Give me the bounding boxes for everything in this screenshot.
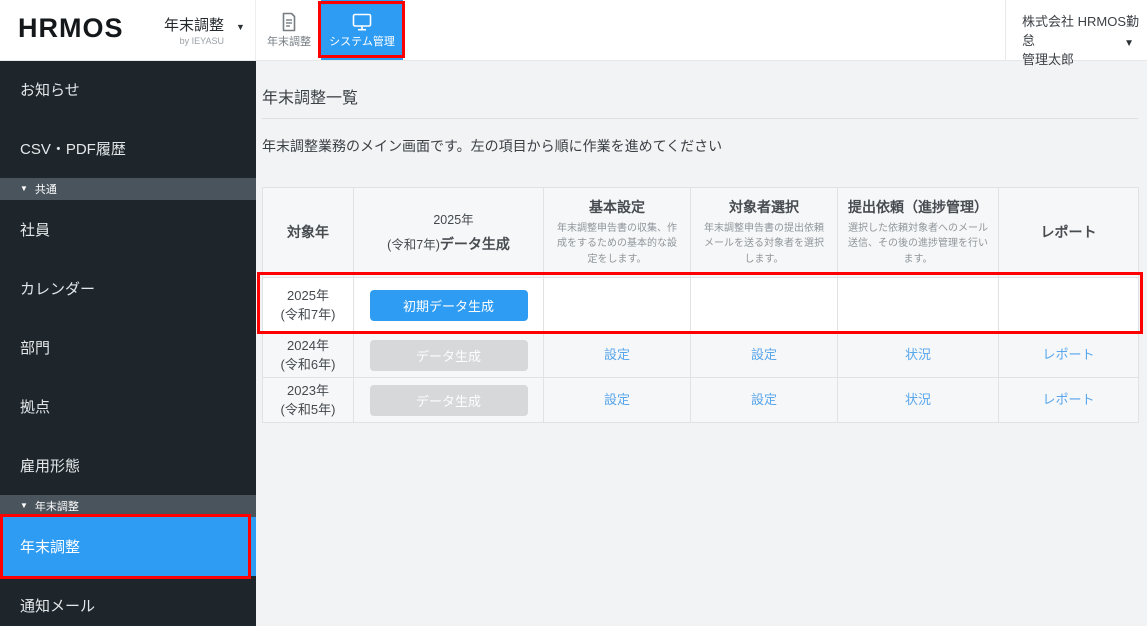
brand-logo: HRMOS — [18, 13, 124, 43]
initial-data-generate-button[interactable]: 初期データ生成 — [369, 289, 528, 321]
column-header: 基本設定年末調整申告書の収集、作成をするための基本的な設定をします。 — [543, 187, 691, 278]
product-name: 年末調整 by IEYASU — [164, 17, 225, 46]
sidebar-item-label: 社員 — [20, 222, 51, 239]
sidebar-item-label: CSV・PDF履歴 — [20, 141, 126, 158]
sidebar-item[interactable]: 雇用形態 — [0, 436, 256, 495]
section-caret-icon: ▼ — [20, 184, 28, 193]
monitor-icon — [351, 12, 373, 32]
sidebar-item-label: 雇用形態 — [20, 458, 81, 475]
basic-settings-link[interactable]: 設定 — [604, 347, 630, 362]
sidebar-item[interactable]: 年末調整 — [0, 517, 256, 576]
empty-cell — [837, 277, 999, 333]
column-header-title: 基本設定 — [589, 198, 645, 215]
page-title: 年末調整一覧 — [262, 90, 359, 107]
table-row: 2025年 (令和7年) 初期データ生成 — [262, 277, 1139, 333]
action-cell: 設定 — [543, 332, 691, 378]
sidebar-item-label: 年末調整 — [20, 539, 81, 556]
sidebar-item[interactable]: 部門 — [0, 318, 256, 377]
column-header: レポート — [998, 187, 1139, 278]
table-row: 2023年 (令和5年) データ生成 設定 設定 状況 レポート — [262, 377, 1139, 423]
data-generation-cell: 初期データ生成 — [353, 277, 544, 333]
target-year-cell: 2024年 (令和6年) — [262, 332, 354, 378]
tab-nenmatsu-chosei[interactable]: 年末調整 — [257, 0, 321, 60]
sidebar-item-label: 通知メール — [20, 598, 96, 615]
action-cell: 設定 — [690, 377, 838, 423]
column-header-title: レポート — [1040, 224, 1097, 241]
column-header: 対象年 — [262, 187, 354, 278]
action-cell: レポート — [998, 377, 1139, 423]
target-year-cell: 2023年 (令和5年) — [262, 377, 354, 423]
column-header-title: データ生成 — [439, 235, 510, 252]
user-menu[interactable]: 株式会社 HRMOS勤怠 管理太郎 ▼ — [1005, 0, 1147, 67]
column-header-subtitle: 年末調整申告書の提出依頼メールを送る対象者を選択します。 — [704, 222, 824, 265]
basic-settings-link[interactable]: 設定 — [604, 392, 630, 407]
sidebar-item[interactable]: 社員 — [0, 200, 256, 259]
column-header-title: 提出依頼（進捗管理） — [848, 198, 988, 215]
data-generate-button: データ生成 — [369, 384, 528, 416]
sidebar-item[interactable]: 拠点 — [0, 377, 256, 436]
tab-system-admin[interactable]: システム管理 — [321, 0, 403, 60]
target-selection-link[interactable]: 設定 — [751, 392, 777, 407]
status-link[interactable]: 状況 — [905, 392, 931, 407]
column-header-subtitle: 年末調整申告書の収集、作成をするための基本的な設定をします。 — [557, 222, 677, 265]
action-cell: レポート — [998, 332, 1139, 378]
column-header: 対象者選択年末調整申告書の提出依頼メールを送る対象者を選択します。 — [690, 187, 838, 278]
sidebar-section-label: 共通 — [34, 184, 57, 196]
sidebar-item[interactable]: CSV・PDF履歴 — [0, 119, 256, 178]
column-header-subtitle: 選択した依頼対象者へのメール送信、その後の進捗管理を行います。 — [848, 222, 988, 265]
logo-dropdown-caret-icon[interactable]: ▼ — [236, 22, 245, 32]
sidebar-item[interactable]: お知らせ — [0, 60, 256, 119]
app-window: HRMOS 年末調整 by IEYASU ▼ 年末調整 システム管理 株式会社 … — [0, 0, 1147, 626]
sidebar: お知らせ CSV・PDF履歴 ▼ 共通 社員 カレンダー 部門 拠点 雇用形態 ▼ 年末調整 年末調整… — [0, 60, 256, 626]
sidebar-item-label: 拠点 — [20, 399, 51, 416]
sidebar-item[interactable]: 通知メール — [0, 576, 256, 626]
sidebar-section-header[interactable]: ▼ 年末調整 — [0, 495, 256, 517]
top-navigation: 年末調整 システム管理 — [257, 0, 403, 60]
top-bar: HRMOS 年末調整 by IEYASU ▼ 年末調整 システム管理 株式会社 … — [0, 0, 1147, 67]
page-description: 年末調整業務のメイン画面です。左の項目から順に作業を進めてください — [262, 138, 723, 154]
report-link[interactable]: レポート — [1042, 347, 1094, 362]
sidebar-item-label: お知らせ — [20, 82, 80, 99]
action-cell: 設定 — [690, 332, 838, 378]
document-icon — [279, 12, 299, 32]
data-generation-cell: データ生成 — [353, 377, 544, 423]
column-header: 提出依頼（進捗管理） 選択した依頼対象者へのメール送信、その後の進捗管理を行います… — [837, 187, 999, 278]
action-cell: 状況 — [837, 332, 999, 378]
sidebar-item[interactable]: カレンダー — [0, 259, 256, 318]
empty-cell — [543, 277, 691, 333]
sidebar-item-label: カレンダー — [20, 281, 96, 298]
action-cell: 設定 — [543, 377, 691, 423]
action-cell: 状況 — [837, 377, 999, 423]
user-dropdown-caret-icon: ▼ — [1124, 38, 1134, 49]
status-link[interactable]: 状況 — [905, 347, 931, 362]
sidebar-item-label: 部門 — [20, 340, 51, 357]
column-header-data-generation: 2025年 (令和7年)データ生成 — [353, 187, 544, 278]
data-generation-cell: データ生成 — [353, 332, 544, 378]
table-row: 2024年 (令和6年) データ生成 設定 設定 状況 レポート — [262, 332, 1139, 378]
column-header-title: 対象年 — [287, 224, 329, 241]
column-header-title: 対象者選択 — [729, 198, 799, 215]
year-end-adjustment-table: 対象年 2025年 (令和7年)データ生成 基本設定 年末調整申告書の収集、作成をするた… — [262, 187, 1139, 423]
sidebar-section-header[interactable]: ▼ 共通 — [0, 178, 256, 200]
section-caret-icon: ▼ — [20, 501, 28, 510]
target-year-cell: 2025年 (令和7年) — [262, 277, 354, 333]
main-content: 年末調整一覧 年末調整業務のメイン画面です。左の項目から順に作業を進めてください… — [256, 60, 1147, 626]
empty-cell — [690, 277, 838, 333]
byline: by IEYASU — [179, 36, 225, 46]
title-divider — [262, 118, 1138, 119]
sidebar-section-label: 年末調整 — [34, 501, 79, 513]
target-selection-link[interactable]: 設定 — [751, 347, 777, 362]
data-generate-button: データ生成 — [369, 339, 528, 371]
logo-area: HRMOS 年末調整 by IEYASU ▼ — [0, 0, 256, 60]
report-link[interactable]: レポート — [1042, 392, 1094, 407]
empty-cell — [998, 277, 1139, 333]
